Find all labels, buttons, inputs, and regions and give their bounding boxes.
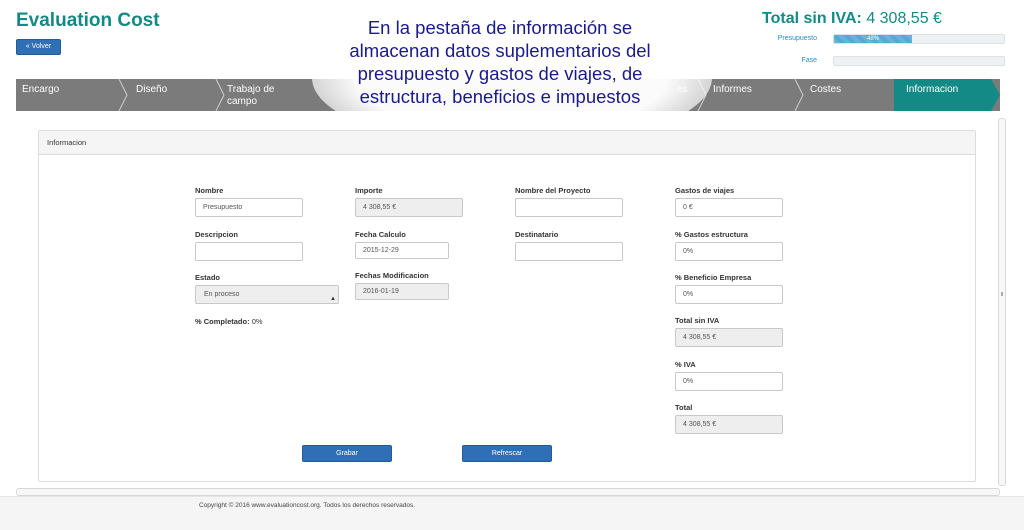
descripcion-label: Descripcion: [195, 230, 238, 239]
step-separator-icon: [118, 79, 128, 111]
step-label: Informacion: [906, 84, 959, 95]
fechas-modificacion-label: Fechas Modificacion: [355, 271, 429, 280]
step-label: Encargo: [22, 84, 60, 95]
copyright-text: Copyright © 2016 www.evaluationcost.org.…: [199, 502, 416, 509]
total-sin-iva-field: 4 308,55 €: [675, 328, 783, 347]
save-button[interactable]: Grabar: [302, 445, 392, 462]
step-costes[interactable]: Costes: [794, 79, 894, 111]
total-field: 4 308,55 €: [675, 415, 783, 434]
tutorial-caption: En la pestaña de información se almacena…: [349, 17, 651, 107]
step-label: Diseño: [136, 84, 168, 95]
step-separator-icon: [215, 79, 225, 111]
gastos-viajes-label: Gastos de viajes: [675, 186, 735, 195]
gastos-estructura-input[interactable]: 0%: [675, 242, 783, 261]
presupuesto-progress-bar: 48%: [833, 34, 1005, 44]
total-without-vat-header: Total sin IVA: 4 308,55 €: [762, 10, 942, 28]
estado-select[interactable]: En proceso ▲: [195, 285, 339, 304]
scrollbar-grip-icon: [1001, 292, 1003, 296]
back-button[interactable]: « Volver: [16, 39, 61, 55]
destinatario-input[interactable]: [515, 242, 623, 261]
presupuesto-progress-fill: 48%: [834, 35, 913, 43]
vertical-scrollbar[interactable]: [998, 118, 1006, 486]
total-label: Total: [675, 403, 693, 412]
estado-selected-value: En proceso: [204, 291, 240, 298]
estado-label: Estado: [195, 273, 221, 282]
step-label: Trabajo de campo: [227, 84, 275, 107]
step-label: Costes: [810, 84, 842, 95]
total-sin-iva-label: Total sin IVA: [675, 316, 720, 325]
descripcion-input[interactable]: [195, 242, 303, 261]
refresh-button[interactable]: Refrescar: [462, 445, 552, 462]
step-informacion[interactable]: Informacion: [894, 79, 991, 111]
fase-progress-label: Fase: [801, 57, 817, 64]
total-header-label: Total sin IVA:: [762, 10, 862, 27]
nombre-proyecto-label: Nombre del Proyecto: [515, 186, 591, 195]
step-informes[interactable]: Informes: [697, 79, 796, 111]
step-diseno[interactable]: Diseño: [118, 79, 217, 111]
iva-input[interactable]: 0%: [675, 372, 783, 391]
step-encargo[interactable]: Encargo: [16, 79, 120, 111]
iva-label: % IVA: [675, 360, 696, 369]
informacion-panel: Informacion: [38, 130, 976, 482]
panel-title: Informacion: [39, 131, 975, 155]
fase-progress-bar: [833, 56, 1005, 66]
footer: Copyright © 2016 www.evaluationcost.org.…: [0, 496, 1024, 530]
total-header-value: 4 308,55 €: [866, 10, 942, 27]
horizontal-scrollbar[interactable]: [16, 488, 1000, 496]
app-title: Evaluation Cost: [16, 10, 160, 31]
fechas-modificacion-field: 2016-01-19: [355, 283, 449, 300]
completado-readout: % Completado: 0%: [195, 317, 263, 326]
gastos-viajes-input[interactable]: 0 €: [675, 198, 783, 217]
nombre-proyecto-input[interactable]: [515, 198, 623, 217]
beneficio-empresa-label: % Beneficio Empresa: [675, 273, 752, 282]
beneficio-empresa-input[interactable]: 0%: [675, 285, 783, 304]
fecha-calculo-input[interactable]: 2015-12-29: [355, 242, 449, 259]
fecha-calculo-label: Fecha Calculo: [355, 230, 406, 239]
active-step-arrow-icon: [991, 79, 1000, 111]
step-trabajo-campo[interactable]: Trabajo de campo: [215, 79, 317, 111]
nombre-input[interactable]: Presupuesto: [195, 198, 303, 217]
gastos-estructura-label: % Gastos estructura: [675, 230, 748, 239]
step-separator-icon: [794, 79, 804, 111]
destinatario-label: Destinatario: [515, 230, 559, 239]
completado-value: 0%: [251, 317, 263, 326]
presupuesto-progress-label: Presupuesto: [777, 35, 817, 42]
importe-field: 4 308,55 €: [355, 198, 463, 217]
step-label: Informes: [713, 84, 752, 95]
completado-label: % Completado:: [195, 317, 250, 326]
importe-label: Importe: [355, 186, 383, 195]
nombre-label: Nombre: [195, 186, 224, 195]
select-arrow-icon: ▲: [330, 296, 336, 302]
